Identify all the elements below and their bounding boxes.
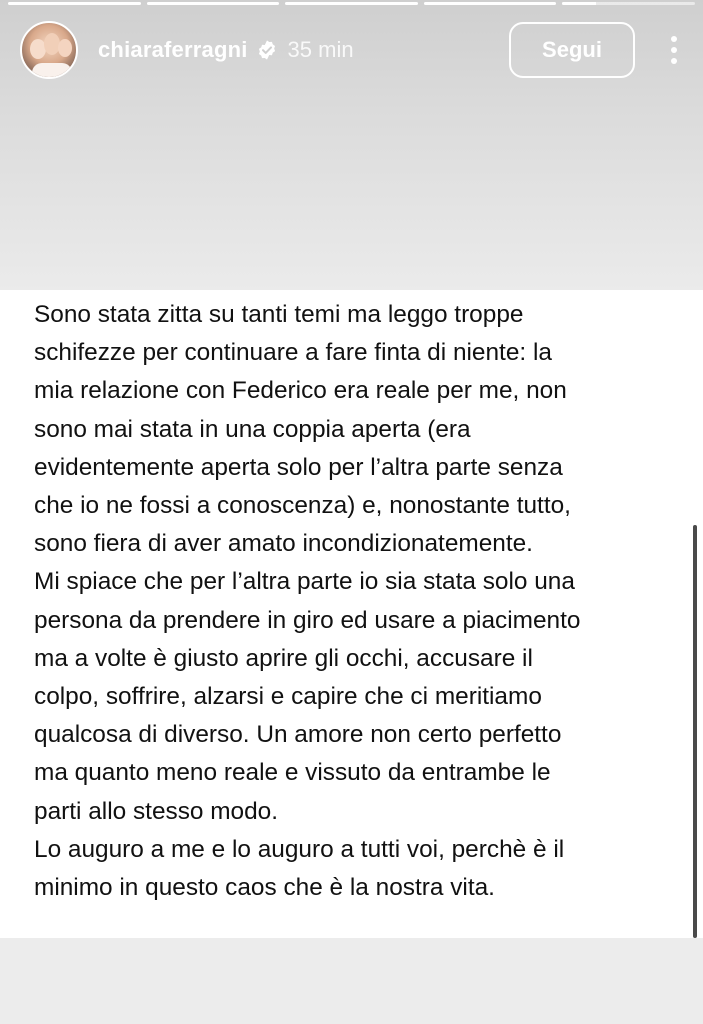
story-text-card: Sono stata zitta su tanti temi ma leggo … <box>0 290 703 938</box>
profile-avatar[interactable] <box>20 21 78 79</box>
more-options-icon[interactable] <box>665 30 683 70</box>
story-header: chiaraferragni 35 min Segui <box>20 20 683 80</box>
story-text: Sono stata zitta su tanti temi ma leggo … <box>34 296 674 907</box>
progress-segment <box>8 2 141 5</box>
follow-button[interactable]: Segui <box>509 22 635 78</box>
progress-segment <box>423 2 557 5</box>
story-paragraph-3: Lo auguro a me e lo auguro a tutti voi, … <box>34 835 565 902</box>
progress-segment-fill <box>285 2 418 5</box>
progress-segment-fill <box>8 2 141 5</box>
story-viewer: chiaraferragni 35 min Segui Sono stata z… <box>0 0 703 1024</box>
story-progress-bar <box>8 2 695 6</box>
progress-segment-fill <box>146 2 280 5</box>
scrollbar[interactable] <box>693 525 697 938</box>
progress-segment <box>146 2 280 5</box>
verified-badge-icon <box>256 39 278 61</box>
progress-segment <box>285 2 418 5</box>
post-time-label: 35 min <box>287 37 354 62</box>
progress-segment-fill <box>423 2 557 5</box>
progress-segment-fill <box>562 2 596 5</box>
username-label[interactable]: chiaraferragni <box>98 37 248 63</box>
story-paragraph-1: Sono stata zitta su tanti temi ma leggo … <box>34 301 571 558</box>
progress-segment <box>562 2 695 5</box>
story-paragraph-2: Mi spiace che per l’altra parte io sia s… <box>34 568 581 825</box>
